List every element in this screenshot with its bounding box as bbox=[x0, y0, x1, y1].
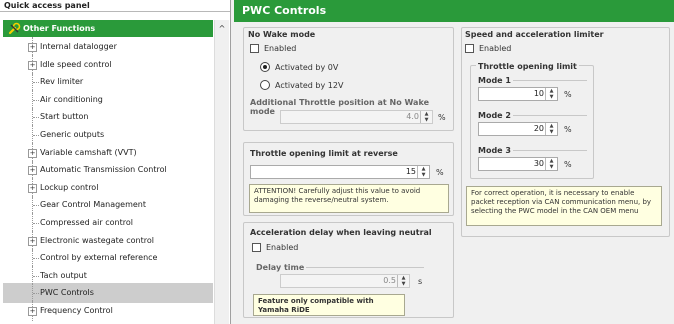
delay-time-unit: s bbox=[418, 277, 423, 286]
mode-separator bbox=[513, 80, 587, 81]
tree-line bbox=[33, 135, 39, 136]
reverse-limit-title: Throttle opening limit at reverse bbox=[250, 149, 398, 158]
tree-scrollbar[interactable]: ^ bbox=[214, 20, 229, 324]
additional-throttle-stepper[interactable]: ▲ ▼ bbox=[420, 111, 432, 123]
mode-label: Mode 3 bbox=[478, 146, 511, 155]
accel-delay-title: Acceleration delay when leaving neutral bbox=[250, 228, 432, 237]
delay-time-input[interactable]: 0.5 ▲ ▼ bbox=[280, 274, 410, 288]
tree-line bbox=[33, 205, 39, 207]
no-wake-enabled-label: Enabled bbox=[264, 44, 297, 53]
plus-box-icon[interactable]: + bbox=[28, 166, 37, 176]
mode-value-input[interactable]: 30 ▲ ▼ bbox=[478, 157, 558, 171]
speed-limiter-title: Speed and acceleration limiter bbox=[465, 30, 604, 39]
other-functions-label: Other Functions bbox=[23, 24, 96, 33]
plus-box-icon[interactable]: + bbox=[28, 236, 37, 246]
activated-by-0v-label: Activated by 0V bbox=[275, 63, 339, 72]
mode-separator bbox=[513, 115, 587, 116]
pwc-controls-panel: PWC Controls No Wake mode Enabled Activa… bbox=[234, 0, 674, 324]
additional-throttle-unit: % bbox=[438, 113, 446, 122]
activated-by-12v-label: Activated by 12V bbox=[275, 81, 344, 90]
scroll-up-button[interactable]: ^ bbox=[215, 20, 229, 37]
no-wake-enabled-checkbox[interactable] bbox=[250, 44, 259, 53]
mode-unit: % bbox=[564, 160, 572, 169]
reverse-warning-note: ATTENTION! Carefully adjust this value t… bbox=[249, 184, 449, 213]
reverse-limit-group: Throttle opening limit at reverse 15 ▲ ▼ … bbox=[243, 142, 454, 216]
activated-by-12v-radio[interactable] bbox=[260, 80, 270, 90]
plus-box-icon[interactable]: + bbox=[28, 307, 37, 316]
spin-down-icon: ▼ bbox=[549, 164, 554, 170]
delay-time-value: 0.5 bbox=[383, 276, 396, 285]
reverse-limit-unit: % bbox=[436, 168, 444, 177]
reverse-limit-input[interactable]: 15 ▲ ▼ bbox=[250, 165, 430, 179]
accel-delay-enabled-checkbox[interactable] bbox=[252, 243, 261, 252]
quick-access-panel: Quick access panel Other Functions ^ + In… bbox=[0, 0, 231, 324]
plus-box-icon[interactable]: + bbox=[28, 43, 37, 52]
delay-time-stepper[interactable]: ▲ ▼ bbox=[397, 275, 409, 287]
plus-box-icon[interactable]: + bbox=[28, 148, 37, 158]
delay-time-separator bbox=[306, 267, 424, 268]
delay-time-label: Delay time bbox=[256, 263, 305, 272]
mode-label: Mode 1 bbox=[478, 76, 511, 85]
mode-label: Mode 2 bbox=[478, 111, 511, 120]
tree-line bbox=[33, 117, 39, 119]
speed-limiter-enabled-label: Enabled bbox=[479, 44, 512, 53]
accel-delay-enabled-label: Enabled bbox=[266, 243, 299, 252]
reverse-limit-stepper[interactable]: ▲ ▼ bbox=[417, 166, 429, 178]
reverse-limit-value: 15 bbox=[405, 167, 416, 176]
mode-value: 10 bbox=[533, 89, 544, 98]
accel-delay-group: Acceleration delay when leaving neutral … bbox=[243, 222, 454, 318]
tree-item-label: Frequency Control bbox=[40, 306, 113, 315]
throttle-opening-limit-title: Throttle opening limit bbox=[476, 62, 579, 71]
mode-value-input[interactable]: 10 ▲ ▼ bbox=[478, 87, 558, 101]
tree-line bbox=[33, 82, 39, 84]
spin-down-icon: ▼ bbox=[549, 129, 554, 135]
plus-box-icon[interactable]: + bbox=[28, 60, 37, 70]
mode-unit: % bbox=[564, 90, 572, 99]
no-wake-mode-title: No Wake mode bbox=[248, 30, 316, 39]
mode-value: 20 bbox=[533, 124, 544, 133]
plus-box-icon[interactable]: + bbox=[28, 183, 37, 193]
tree-item[interactable]: + Frequency Control bbox=[3, 301, 213, 321]
mode-stepper[interactable]: ▲ ▼ bbox=[545, 123, 557, 135]
wrench-icon bbox=[8, 22, 21, 35]
spin-down-icon: ▼ bbox=[549, 94, 554, 100]
activated-by-0v-radio[interactable] bbox=[260, 62, 270, 72]
mode-separator bbox=[513, 150, 587, 151]
mode-stepper[interactable]: ▲ ▼ bbox=[545, 158, 557, 170]
speed-limiter-group: Speed and acceleration limiter Enabled T… bbox=[461, 27, 670, 237]
mode-stepper[interactable]: ▲ ▼ bbox=[545, 88, 557, 100]
other-functions-header[interactable]: Other Functions bbox=[3, 20, 213, 37]
speed-limiter-enabled-checkbox[interactable] bbox=[465, 44, 474, 53]
no-wake-mode-group: No Wake mode Enabled Activated by 0V Act… bbox=[243, 27, 454, 131]
tree-line bbox=[33, 99, 39, 101]
spin-down-icon: ▼ bbox=[401, 281, 406, 287]
tree-line bbox=[33, 293, 39, 295]
quick-access-panel-title: Quick access panel bbox=[0, 0, 230, 12]
additional-throttle-value: 4.0 bbox=[406, 112, 419, 121]
page-title: PWC Controls bbox=[234, 0, 674, 22]
spin-down-icon: ▼ bbox=[424, 117, 429, 123]
spin-down-icon: ▼ bbox=[421, 172, 426, 178]
mode-value-input[interactable]: 20 ▲ ▼ bbox=[478, 122, 558, 136]
mode-value: 30 bbox=[533, 159, 544, 168]
throttle-opening-limit-group: Throttle opening limit Mode 1 10 ▲ ▼% Mode 2… bbox=[470, 62, 594, 179]
tree-line bbox=[33, 258, 39, 260]
mode-unit: % bbox=[564, 125, 572, 134]
can-config-note: For correct operation, it is necessary t… bbox=[466, 186, 662, 226]
additional-throttle-input[interactable]: 4.0 ▲ ▼ bbox=[280, 110, 433, 124]
tree-line bbox=[33, 223, 39, 224]
yamaha-compat-note: Feature only compatible with Yamaha RiDE bbox=[253, 294, 405, 316]
tree-line bbox=[33, 275, 39, 277]
